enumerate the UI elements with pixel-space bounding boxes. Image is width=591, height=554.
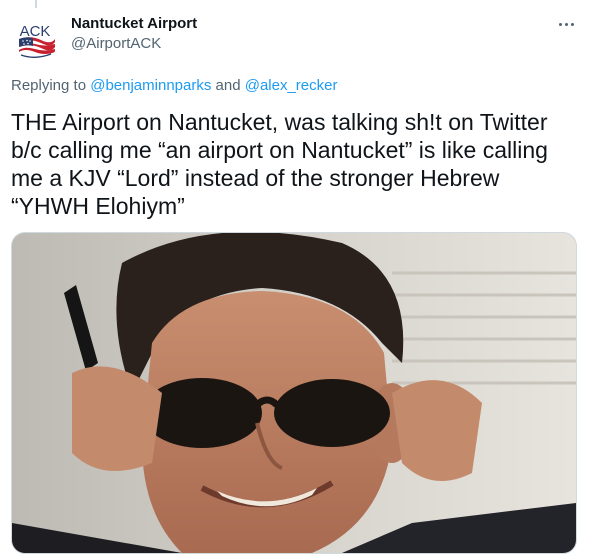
ack-flag-logo-icon: ACK bbox=[19, 23, 55, 58]
author-display-name[interactable]: Nantucket Airport bbox=[71, 15, 197, 33]
mention-benjaminnparks-link[interactable]: @benjaminnparks bbox=[90, 77, 211, 94]
author-handle[interactable]: @AirportACK bbox=[71, 34, 197, 54]
mention-alex-recker-link[interactable]: @alex_recker bbox=[245, 77, 338, 94]
tweet-text: THE Airport on Nantucket, was talking sh… bbox=[11, 109, 548, 219]
replying-to-line: Replying to @benjaminnparks and @alex_re… bbox=[11, 77, 337, 95]
thread-connector-line bbox=[35, 0, 37, 8]
tweet-media-gif[interactable] bbox=[11, 232, 577, 554]
tweet-author: Nantucket Airport @AirportACK bbox=[71, 15, 197, 54]
replying-to-label: Replying to bbox=[11, 77, 87, 94]
avatar-logo-text: ACK bbox=[20, 23, 51, 40]
replying-to-conjunction: and bbox=[215, 77, 241, 94]
avatar[interactable]: ACK bbox=[11, 14, 59, 62]
photo-media-icon bbox=[12, 233, 576, 553]
more-options-icon[interactable] bbox=[556, 14, 578, 34]
